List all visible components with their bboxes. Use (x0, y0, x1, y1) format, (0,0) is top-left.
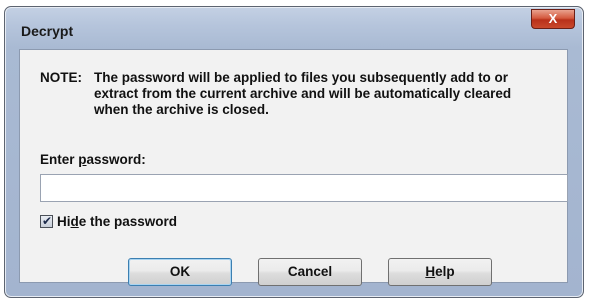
password-label-prefix: Enter (40, 152, 79, 167)
close-button[interactable]: X (531, 9, 575, 29)
hide-password-label-suffix: e the password (78, 214, 178, 229)
cancel-button[interactable]: Cancel (258, 258, 362, 286)
ok-button[interactable]: OK (128, 258, 232, 286)
note-text: The password will be applied to files yo… (94, 70, 512, 117)
password-label-suffix: assword: (86, 152, 146, 167)
dialog-content: NOTE: The password will be applied to fi… (19, 49, 568, 286)
help-button-mnemonic: H (425, 264, 436, 279)
note-block: NOTE: The password will be applied to fi… (40, 70, 547, 118)
hide-password-checkbox[interactable]: ✔ (40, 214, 53, 228)
help-button-label: elp (435, 264, 455, 279)
ok-button-label: OK (169, 264, 191, 279)
password-input[interactable] (40, 174, 568, 202)
password-label-mnemonic: p (78, 152, 87, 167)
decrypt-dialog: Decrypt X NOTE: The password will be app… (4, 6, 584, 298)
note-label: NOTE: (40, 70, 82, 85)
password-label: Enter password: (40, 152, 146, 167)
hide-password-label-mnemonic: d (70, 214, 79, 229)
help-button[interactable]: Help (388, 258, 492, 286)
close-icon: X (548, 11, 558, 26)
cancel-button-label: Cancel (287, 264, 333, 279)
title-bar[interactable]: Decrypt X (5, 7, 583, 47)
hide-password-row[interactable]: ✔ Hide the password (40, 214, 177, 229)
window-title: Decrypt (21, 23, 74, 39)
checkmark-icon: ✔ (41, 214, 53, 228)
hide-password-label-prefix: Hi (57, 214, 71, 229)
hide-password-label[interactable]: Hide the password (57, 214, 177, 229)
